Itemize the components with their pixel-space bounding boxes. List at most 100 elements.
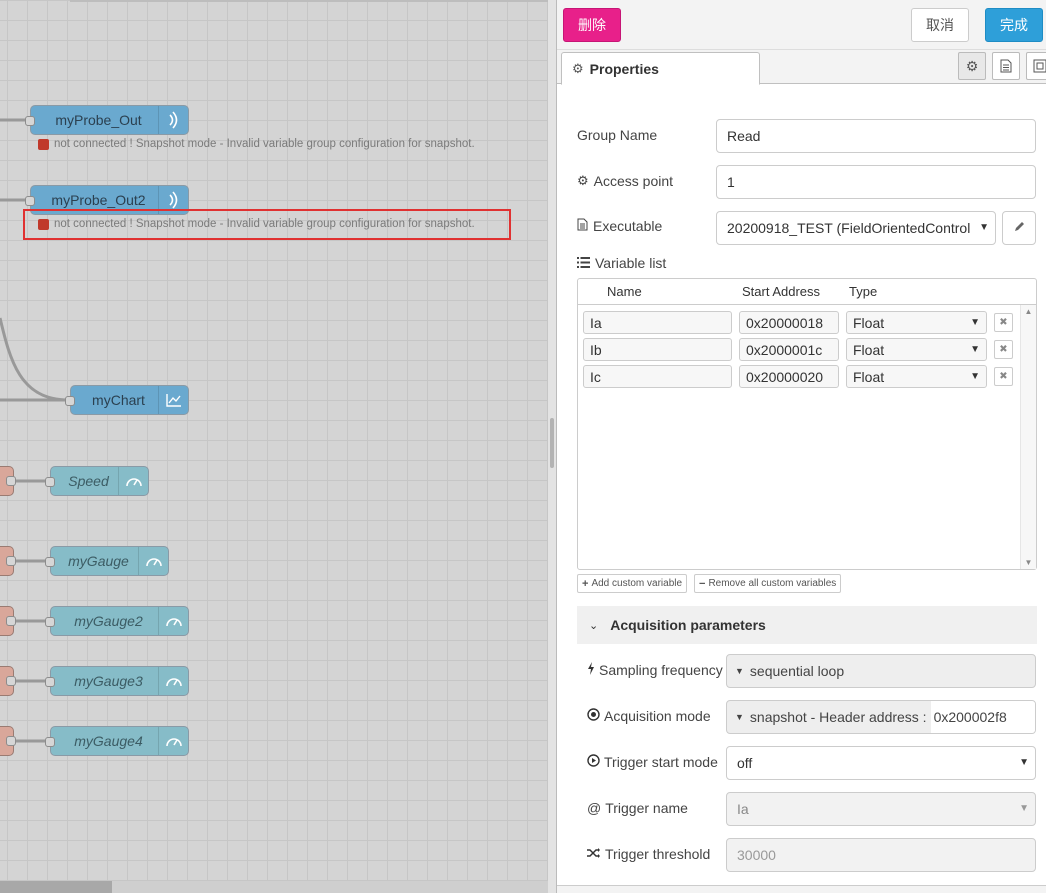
node-myprobe-out[interactable]: myProbe_Out bbox=[25, 105, 189, 135]
panel-bottom-bar bbox=[557, 885, 1046, 893]
editor-tabs: ⚙ Properties ⚙ bbox=[557, 50, 1046, 85]
select-value: 20200918_TEST (FieldOrientedControl bbox=[727, 220, 971, 236]
trigger-start-mode-label: Trigger start mode bbox=[587, 754, 718, 770]
dot-circle-icon bbox=[587, 708, 600, 724]
scrollbar-thumb[interactable] bbox=[0, 881, 112, 893]
input-port[interactable] bbox=[45, 677, 55, 687]
trigger-name-select[interactable]: Ia ▼ bbox=[726, 792, 1036, 826]
editor-toolbar: 删除 取消 完成 bbox=[557, 0, 1046, 50]
trigger-threshold-input[interactable]: 30000 bbox=[726, 838, 1036, 872]
input-port[interactable] bbox=[65, 396, 75, 406]
sampling-frequency-select[interactable]: ▼ sequential loop bbox=[726, 654, 1036, 688]
input-value: Read bbox=[727, 128, 761, 144]
trigger-threshold-label: Trigger threshold bbox=[587, 846, 710, 862]
node-label: myGauge4 bbox=[74, 733, 143, 749]
node-status: not connected ! Snapshot mode - Invalid … bbox=[38, 138, 475, 150]
remove-row-button[interactable]: ✖ bbox=[994, 313, 1013, 332]
output-port[interactable] bbox=[6, 476, 16, 486]
node-label: myGauge3 bbox=[74, 673, 143, 689]
label-text: Trigger start mode bbox=[604, 754, 718, 770]
description-tab-icon[interactable] bbox=[992, 52, 1020, 80]
panel-resize-divider[interactable] bbox=[548, 0, 557, 893]
bolt-icon bbox=[587, 662, 595, 678]
label-text: Trigger name bbox=[605, 800, 688, 816]
variable-name-input[interactable]: Ib bbox=[583, 338, 732, 361]
edit-executable-button[interactable] bbox=[1002, 211, 1036, 245]
chevron-down-icon: ⌄ bbox=[589, 619, 599, 632]
minus-icon: − bbox=[699, 577, 706, 590]
gauge-icon bbox=[118, 467, 148, 495]
variable-type-select[interactable]: Float ▼ bbox=[846, 338, 987, 361]
variable-address-input[interactable]: 0x20000018 bbox=[739, 311, 839, 334]
button-label: Add custom variable bbox=[591, 578, 683, 589]
trigger-name-label: @ Trigger name bbox=[587, 800, 688, 816]
label-text: Acquisition mode bbox=[604, 708, 711, 724]
delete-button[interactable]: 删除 bbox=[563, 8, 621, 42]
input-port[interactable] bbox=[45, 477, 55, 487]
variable-type-select[interactable]: Float ▼ bbox=[846, 365, 987, 388]
done-button[interactable]: 完成 bbox=[985, 8, 1043, 42]
node-mygauge[interactable]: myGauge bbox=[45, 546, 169, 576]
node-label: Speed bbox=[68, 473, 109, 489]
output-port[interactable] bbox=[6, 676, 16, 686]
table-header: Name Start Address Type bbox=[578, 279, 1036, 305]
trigger-start-mode-select[interactable]: off ▼ bbox=[726, 746, 1036, 780]
appearance-tab-icon[interactable] bbox=[1026, 52, 1046, 80]
variable-name-input[interactable]: Ic bbox=[583, 365, 732, 388]
at-icon: @ bbox=[587, 800, 602, 816]
select-value: off bbox=[737, 755, 753, 771]
access-point-input[interactable]: 1 bbox=[716, 165, 1036, 199]
tab-properties[interactable]: ⚙ Properties bbox=[561, 52, 760, 85]
add-custom-variable-button[interactable]: + Add custom variable bbox=[577, 574, 688, 593]
select-value: sequential loop bbox=[749, 663, 845, 679]
node-mygauge2[interactable]: myGauge2 bbox=[45, 606, 189, 636]
input-port[interactable] bbox=[25, 116, 35, 126]
table-row: Ib 0x2000001c Float ▼ ✖ bbox=[583, 338, 1023, 362]
input-port[interactable] bbox=[45, 557, 55, 567]
node-speed[interactable]: Speed bbox=[45, 466, 149, 496]
remove-all-variables-button[interactable]: − Remove all custom variables bbox=[694, 574, 842, 593]
scroll-down-icon[interactable]: ▼ bbox=[1021, 558, 1036, 567]
output-port[interactable] bbox=[6, 736, 16, 746]
group-name-input[interactable]: Read bbox=[716, 119, 1036, 153]
caret-down-icon: ▼ bbox=[735, 712, 744, 722]
variable-list-table: Name Start Address Type Ia 0x20000018 Fl… bbox=[577, 278, 1037, 570]
dropdown-arrow-icon: ▼ bbox=[1019, 803, 1029, 814]
input-value: 0x200002f8 bbox=[933, 709, 1007, 725]
random-icon bbox=[587, 846, 601, 862]
executable-select[interactable]: 20200918_TEST (FieldOrientedControl ▼ bbox=[716, 211, 996, 245]
cell-value: Float bbox=[853, 314, 885, 331]
input-port[interactable] bbox=[25, 196, 35, 206]
node-mygauge4[interactable]: myGauge4 bbox=[45, 726, 189, 756]
table-row: Ic 0x20000020 Float ▼ ✖ bbox=[583, 365, 1023, 389]
node-label: myChart bbox=[92, 392, 145, 408]
acquisition-parameters-section[interactable]: ⌄ Acquisition parameters bbox=[577, 606, 1037, 644]
cell-value: 0x20000020 bbox=[746, 368, 824, 385]
variable-address-input[interactable]: 0x2000001c bbox=[739, 338, 839, 361]
variable-address-input[interactable]: 0x20000020 bbox=[739, 365, 839, 388]
dropdown-arrow-icon: ▼ bbox=[970, 371, 980, 382]
cancel-button[interactable]: 取消 bbox=[911, 8, 969, 42]
label-text: Variable list bbox=[595, 255, 667, 271]
scroll-up-icon[interactable]: ▲ bbox=[1021, 307, 1036, 316]
settings-tab-icon[interactable]: ⚙ bbox=[958, 52, 986, 80]
remove-row-button[interactable]: ✖ bbox=[994, 367, 1013, 386]
output-port[interactable] bbox=[6, 616, 16, 626]
input-placeholder: 30000 bbox=[737, 847, 776, 863]
variable-type-select[interactable]: Float ▼ bbox=[846, 311, 987, 334]
output-port[interactable] bbox=[6, 556, 16, 566]
remove-row-button[interactable]: ✖ bbox=[994, 340, 1013, 359]
input-port[interactable] bbox=[45, 617, 55, 627]
flow-canvas[interactable]: myProbe_Out not connected ! Snapshot mod… bbox=[0, 0, 548, 893]
select-value: Ia bbox=[737, 801, 749, 817]
vertical-scrollbar[interactable]: ▲ ▼ bbox=[1020, 305, 1036, 569]
acquisition-mode-select[interactable]: ▼ snapshot - Header address : 0x200002f8 bbox=[726, 700, 1036, 734]
input-port[interactable] bbox=[45, 737, 55, 747]
resize-grip[interactable] bbox=[550, 418, 554, 468]
variable-name-input[interactable]: Ia bbox=[583, 311, 732, 334]
header-address-input[interactable]: 0x200002f8 bbox=[930, 701, 1035, 733]
label-text: Trigger threshold bbox=[605, 846, 711, 862]
node-mygauge3[interactable]: myGauge3 bbox=[45, 666, 189, 696]
node-mychart[interactable]: myChart bbox=[65, 385, 189, 415]
node-label: myProbe_Out bbox=[55, 112, 142, 128]
